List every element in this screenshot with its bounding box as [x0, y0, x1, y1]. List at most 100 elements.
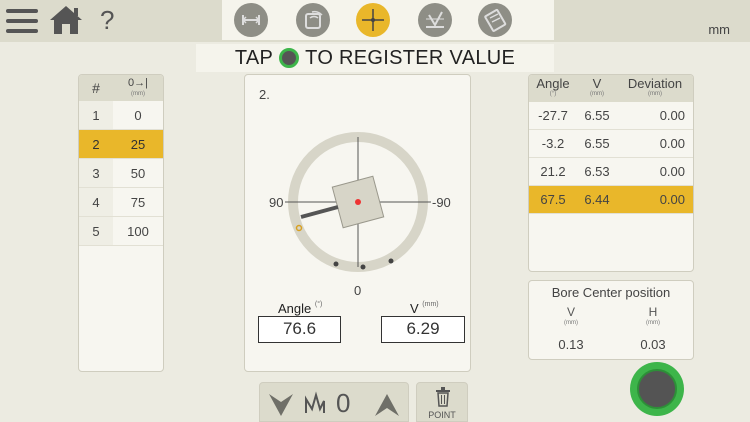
- position-number: 3: [79, 159, 113, 187]
- measurement-angle: -27.7: [538, 108, 568, 123]
- measurement-v: 6.53: [584, 164, 610, 179]
- position-row[interactable]: 5 100: [79, 217, 163, 246]
- position-number: 2: [79, 130, 113, 158]
- increase-icon[interactable]: [372, 389, 402, 419]
- measured-point-marker: [333, 261, 339, 267]
- report-icon: [484, 8, 507, 32]
- bore-h-unit: (mm): [646, 320, 660, 326]
- mode-report-button[interactable]: [478, 3, 512, 37]
- distance-icon: [241, 15, 261, 25]
- v-header-unit: (mm): [590, 91, 604, 97]
- v-column-header: V (mm): [577, 75, 617, 102]
- deviation-header-unit: (mm): [648, 91, 662, 97]
- position-row[interactable]: 10: [79, 101, 163, 130]
- decrease-icon[interactable]: [266, 389, 296, 419]
- signal-icon[interactable]: [304, 391, 328, 417]
- bore-h-value: 0.03: [640, 337, 666, 352]
- measurement-deviation: 0.00: [659, 108, 685, 123]
- angle-value-field[interactable]: 76.6: [258, 316, 341, 343]
- mode-flatness-button[interactable]: [418, 3, 452, 37]
- sensor-laser-dot: [355, 199, 361, 205]
- angle-label: Angle: [278, 301, 312, 316]
- top-bar: ? mm: [0, 0, 750, 42]
- dial-panel: 2. 90 -90 0 Angle (°) 76.6 V (mm) 6.29: [244, 74, 471, 372]
- home-icon[interactable]: [46, 3, 86, 37]
- measurement-row[interactable]: -3.2 6.55 0.00: [529, 130, 693, 158]
- offset-controls: 0: [259, 382, 409, 422]
- angle-header-unit: (°): [549, 91, 557, 97]
- position-distance: 75: [130, 195, 146, 210]
- bore-center-h: H (mm) 0.03: [623, 305, 683, 352]
- positions-table-header: # 0→| (mm): [79, 75, 163, 101]
- position-distance-header: 0→| (mm): [113, 75, 163, 101]
- position-row-selected[interactable]: 2 25: [79, 130, 163, 159]
- measurements-table: Angle (°) V (mm) Deviation (mm) -27.7 6.55 0.…: [528, 74, 694, 272]
- measurement-row[interactable]: -27.7 6.55 0.00: [529, 102, 693, 130]
- position-number: 5: [79, 217, 113, 245]
- measurement-row[interactable]: 21.2 6.53 0.00: [529, 158, 693, 186]
- position-row[interactable]: 4 75: [79, 188, 163, 217]
- position-row[interactable]: 3 50: [79, 159, 163, 188]
- angle-unit: (°): [314, 301, 323, 308]
- position-distance: 100: [127, 224, 149, 239]
- measurement-angle: 21.2: [540, 164, 566, 179]
- measurement-v: 6.55: [584, 136, 610, 151]
- v-value-field[interactable]: 6.29: [381, 316, 465, 343]
- deviation-header-label: Deviation: [627, 76, 683, 91]
- bore-center-title: Bore Center position: [551, 285, 671, 300]
- trash-icon: [436, 387, 450, 407]
- instruction-text-before: TAP: [234, 46, 274, 69]
- instruction-text-after: TO REGISTER VALUE: [305, 46, 516, 69]
- v-field-label: V (mm): [410, 301, 439, 316]
- help-icon[interactable]: ?: [100, 6, 114, 34]
- measurement-deviation: 0.00: [659, 192, 685, 207]
- dial-label-left: 90: [269, 195, 284, 210]
- bore-v-unit: (mm): [564, 320, 578, 326]
- v-header-label: V: [592, 76, 602, 91]
- measurements-table-header: Angle (°) V (mm) Deviation (mm): [529, 75, 693, 102]
- unit-label[interactable]: mm: [708, 22, 730, 37]
- position-number-header: #: [92, 80, 100, 96]
- mode-centerline-button[interactable]: [356, 3, 390, 37]
- measurement-angle: -3.2: [541, 136, 565, 151]
- flatness-icon: [426, 11, 444, 28]
- delete-point-button[interactable]: POINT: [416, 382, 468, 422]
- measured-point-marker: [388, 258, 394, 264]
- measurement-v: 6.44: [584, 192, 610, 207]
- angle-dial: [285, 132, 431, 272]
- bore-v-label: V: [566, 305, 575, 319]
- offset-value: 0: [336, 388, 351, 418]
- position-distance: 0: [134, 108, 142, 123]
- mode-bore-button[interactable]: [296, 3, 330, 37]
- bore-h-label: H: [648, 305, 658, 319]
- angle-header-label: Angle: [536, 76, 570, 91]
- crosshair-icon: [362, 9, 384, 31]
- instruction-banner: TAP TO REGISTER VALUE: [196, 44, 554, 72]
- bore-center-v: V (mm) 0.13: [541, 305, 601, 352]
- positions-table: # 0→| (mm) 10 2 25 3 50 4 75 5 100: [78, 74, 164, 372]
- top-left-controls: ?: [0, 0, 196, 42]
- measurement-deviation: 0.00: [659, 164, 685, 179]
- measurement-deviation: 0.00: [659, 136, 685, 151]
- distance-header-label: 0→|: [128, 77, 148, 89]
- sensor-arm: [300, 205, 339, 219]
- measurement-row-selected[interactable]: 67.5 6.44 0.00: [529, 186, 693, 214]
- bore-center-panel: Bore Center position V (mm) 0.13 H (mm) …: [528, 280, 694, 360]
- v-label: V: [410, 301, 419, 316]
- register-value-button[interactable]: [630, 362, 684, 416]
- point-button-label: POINT: [428, 410, 456, 420]
- measured-point-marker: [360, 264, 366, 270]
- position-distance: 25: [113, 130, 163, 158]
- mode-selector: [222, 0, 554, 40]
- deviation-column-header: Deviation (mm): [617, 75, 693, 102]
- angle-column-header: Angle (°): [529, 75, 577, 102]
- v-unit: (mm): [422, 301, 439, 308]
- measurement-angle: 67.5: [540, 192, 566, 207]
- bore-v-value: 0.13: [558, 337, 584, 352]
- menu-icon[interactable]: [4, 6, 40, 36]
- bore-icon: [305, 10, 323, 29]
- angle-field-label: Angle (°): [278, 301, 322, 316]
- dial-label-right: -90: [432, 195, 451, 210]
- mode-distance-button[interactable]: [234, 3, 268, 37]
- register-dot-icon: [279, 48, 300, 68]
